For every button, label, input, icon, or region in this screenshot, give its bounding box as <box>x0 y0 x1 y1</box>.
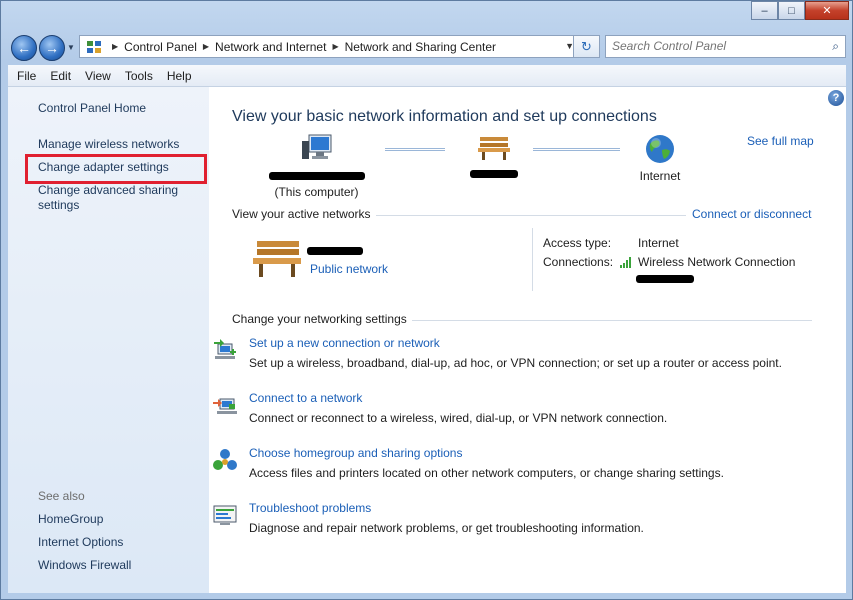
task-connect-network-link[interactable]: Connect to a network <box>249 391 839 406</box>
breadcrumb-network-sharing-center[interactable]: Network and Sharing Center <box>345 40 496 54</box>
forward-button[interactable]: → <box>39 35 65 61</box>
section-divider <box>376 215 686 216</box>
redacted-computer-name <box>268 172 365 180</box>
task-new-connection-desc: Set up a wireless, broadband, dial-up, a… <box>249 356 782 370</box>
troubleshoot-icon <box>212 503 238 527</box>
window: – □ ✕ ← → ▼ ▶ Control Panel ▶ Network an… <box>0 0 853 600</box>
connections-label: Connections: <box>543 255 614 269</box>
sidebar-windows-firewall[interactable]: Windows Firewall <box>38 558 208 573</box>
maximize-button[interactable]: □ <box>778 1 805 20</box>
map-link-line <box>533 148 620 151</box>
refresh-icon: ↻ <box>581 38 592 54</box>
search-input[interactable] <box>606 36 816 56</box>
control-panel-icon <box>86 40 102 54</box>
task-homegroup-desc: Access files and printers located on oth… <box>249 466 724 480</box>
task-connect-network: Connect to a network Connect or reconnec… <box>213 391 839 426</box>
help-icon[interactable]: ? <box>828 90 844 106</box>
window-controls: – □ ✕ <box>751 1 849 20</box>
task-troubleshoot: Troubleshoot problems Diagnose and repai… <box>213 501 839 536</box>
menu-help[interactable]: Help <box>167 69 192 83</box>
access-type-value: Internet <box>638 236 679 250</box>
task-connect-network-desc: Connect or reconnect to a wireless, wire… <box>249 411 668 425</box>
access-type-label: Access type: <box>543 236 612 250</box>
active-networks-label: View your active networks <box>232 207 371 221</box>
search-box[interactable]: ⌕ <box>605 35 846 58</box>
menu-view[interactable]: View <box>85 69 111 83</box>
connect-disconnect-link[interactable]: Connect or disconnect <box>692 207 811 221</box>
sidebar-manage-wireless-networks[interactable]: Manage wireless networks <box>38 137 208 152</box>
map-computer-node[interactable]: (This computer) <box>264 133 369 199</box>
close-button[interactable]: ✕ <box>805 1 849 20</box>
address-bar[interactable]: ▶ Control Panel ▶ Network and Internet ▶… <box>79 35 579 58</box>
breadcrumb-network-internet[interactable]: Network and Internet <box>215 40 326 54</box>
main-content: ? View your basic network information an… <box>209 87 846 593</box>
search-icon[interactable]: ⌕ <box>832 39 839 54</box>
menu-file[interactable]: File <box>17 69 36 83</box>
window-title <box>9 3 49 13</box>
task-troubleshoot-desc: Diagnose and repair network problems, or… <box>249 521 644 535</box>
globe-icon <box>644 133 676 165</box>
map-internet-node[interactable]: Internet <box>629 133 691 183</box>
new-connection-icon <box>212 338 238 362</box>
public-network-link[interactable]: Public network <box>310 262 388 276</box>
map-link-line <box>385 148 445 151</box>
task-troubleshoot-link[interactable]: Troubleshoot problems <box>249 501 839 516</box>
vertical-divider <box>532 228 533 291</box>
back-arrow-icon: ← <box>17 40 31 56</box>
breadcrumb-separator[interactable]: ▶ <box>112 42 118 51</box>
minimize-button[interactable]: – <box>751 1 778 20</box>
highlight-annotation <box>25 154 207 184</box>
bench-icon <box>477 133 511 161</box>
forward-arrow-icon: → <box>45 40 59 56</box>
change-settings-label: Change your networking settings <box>232 312 407 326</box>
computer-caption: (This computer) <box>274 185 359 199</box>
wireless-signal-icon <box>619 256 633 268</box>
redacted-active-network-name <box>307 247 363 255</box>
task-new-connection: Set up a new connection or network Set u… <box>214 336 839 371</box>
breadcrumb-control-panel[interactable]: Control Panel <box>124 40 197 54</box>
redacted-ssid <box>636 275 694 283</box>
computer-icon <box>300 133 334 163</box>
refresh-button[interactable]: ↻ <box>573 35 600 58</box>
back-button[interactable]: ← <box>11 35 37 61</box>
breadcrumb-separator[interactable]: ▶ <box>203 42 209 51</box>
address-row: ← → ▼ ▶ Control Panel ▶ Network and Inte… <box>9 33 846 61</box>
sidebar-internet-options[interactable]: Internet Options <box>38 535 208 550</box>
sidebar-control-panel-home[interactable]: Control Panel Home <box>38 101 208 116</box>
wireless-connection-link[interactable]: Wireless Network Connection <box>638 255 795 269</box>
menu-edit[interactable]: Edit <box>50 69 71 83</box>
recent-pages-dropdown[interactable]: ▼ <box>67 43 75 52</box>
see-also-label: See also <box>38 489 85 503</box>
breadcrumb-separator[interactable]: ▶ <box>332 42 338 51</box>
see-full-map-link[interactable]: See full map <box>747 134 814 148</box>
task-homegroup-link[interactable]: Choose homegroup and sharing options <box>249 446 839 461</box>
sidebar-homegroup[interactable]: HomeGroup <box>38 512 208 527</box>
title-bar[interactable]: – □ ✕ <box>1 1 852 31</box>
sidebar-change-advanced-sharing-settings[interactable]: Change advanced sharing settings <box>38 183 188 213</box>
redacted-network-name <box>470 170 518 178</box>
connect-network-icon <box>212 393 238 417</box>
section-divider <box>412 320 812 321</box>
menu-tools[interactable]: Tools <box>125 69 153 83</box>
task-new-connection-link[interactable]: Set up a new connection or network <box>249 336 839 351</box>
task-homegroup: Choose homegroup and sharing options Acc… <box>213 446 839 481</box>
map-network-node[interactable] <box>464 133 524 181</box>
menu-bar: File Edit View Tools Help <box>8 65 846 87</box>
network-bench-icon <box>251 237 303 279</box>
internet-label: Internet <box>639 169 681 183</box>
homegroup-icon <box>212 448 238 472</box>
page-title: View your basic network information and … <box>232 108 657 125</box>
